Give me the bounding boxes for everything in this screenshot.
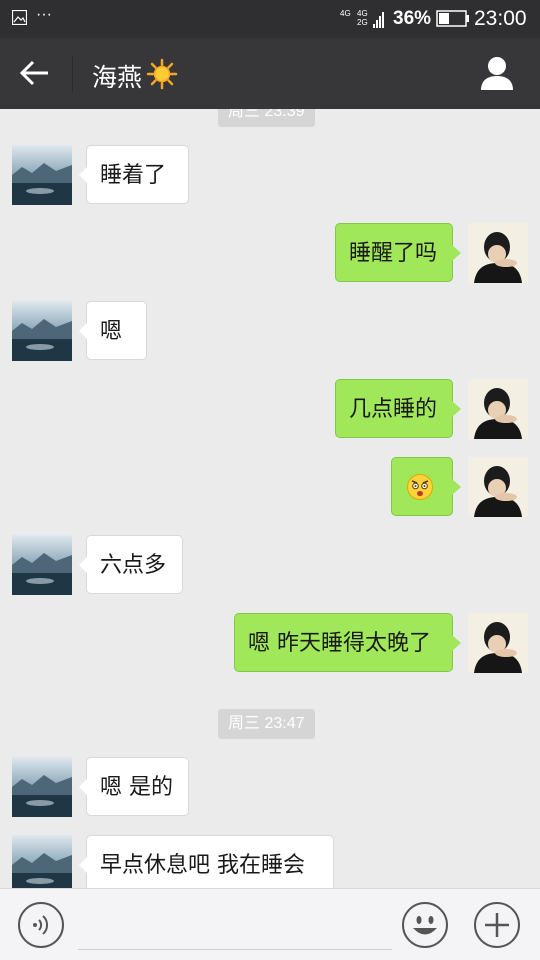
status-bar: ··· 4G 4G 2G 36% 23:00: [0, 0, 540, 38]
smiley-icon[interactable]: [401, 901, 449, 949]
plus-icon[interactable]: [473, 901, 521, 949]
status-dots: ···: [36, 6, 52, 23]
network-signal-icon: 4G 4G 2G: [340, 9, 384, 28]
voice-icon[interactable]: [17, 901, 65, 949]
message-bubble-outgoing[interactable]: 几点睡的: [335, 379, 461, 438]
sun-icon: [146, 58, 178, 90]
svg-text:4G: 4G: [340, 9, 351, 18]
my-avatar[interactable]: [468, 613, 528, 673]
message-bubble-incoming[interactable]: 嗯 是的: [79, 757, 189, 816]
battery-percent: 36%: [393, 8, 432, 29]
my-avatar[interactable]: [468, 223, 528, 283]
chat-header: 海燕: [0, 38, 540, 109]
battery-icon: [436, 10, 469, 27]
message-bubble-incoming[interactable]: 嗯: [79, 301, 147, 360]
message-bubble-incoming[interactable]: 睡着了: [79, 145, 189, 204]
message-bubble-incoming[interactable]: 六点多: [79, 535, 183, 594]
message-input[interactable]: [78, 903, 392, 950]
gallery-icon: [12, 10, 27, 25]
message-bubble-outgoing[interactable]: [391, 457, 461, 516]
arrow-left-icon[interactable]: [18, 58, 52, 88]
contact-avatar[interactable]: [12, 757, 72, 817]
timestamp: 周三 23:39: [218, 109, 315, 127]
chat-title: 海燕: [92, 63, 143, 92]
surprised-face-emoji: [407, 474, 433, 500]
header-divider: [72, 56, 73, 92]
message-bubble-outgoing[interactable]: 睡醒了吗: [335, 223, 461, 282]
message-bubble-outgoing[interactable]: 嗯 昨天睡得太晚了: [234, 613, 461, 672]
svg-text:4G: 4G: [357, 9, 368, 18]
contact-avatar[interactable]: [12, 535, 72, 595]
contact-avatar[interactable]: [12, 301, 72, 361]
person-icon[interactable]: [480, 55, 514, 91]
my-avatar[interactable]: [468, 379, 528, 439]
message-bubble-incoming[interactable]: 早点休息吧 我在睡会: [79, 835, 334, 888]
contact-avatar[interactable]: [12, 145, 72, 205]
status-time: 23:00: [474, 7, 527, 30]
chat-messages[interactable]: 周三 23:39 睡着了 睡醒了吗 嗯 几点睡的 六点多 嗯 昨天睡得太晚了 周…: [0, 109, 540, 888]
contact-avatar[interactable]: [12, 835, 72, 888]
svg-text:2G: 2G: [357, 18, 368, 27]
my-avatar[interactable]: [468, 457, 528, 517]
input-bar: [0, 888, 540, 960]
timestamp: 周三 23:47: [218, 709, 315, 739]
